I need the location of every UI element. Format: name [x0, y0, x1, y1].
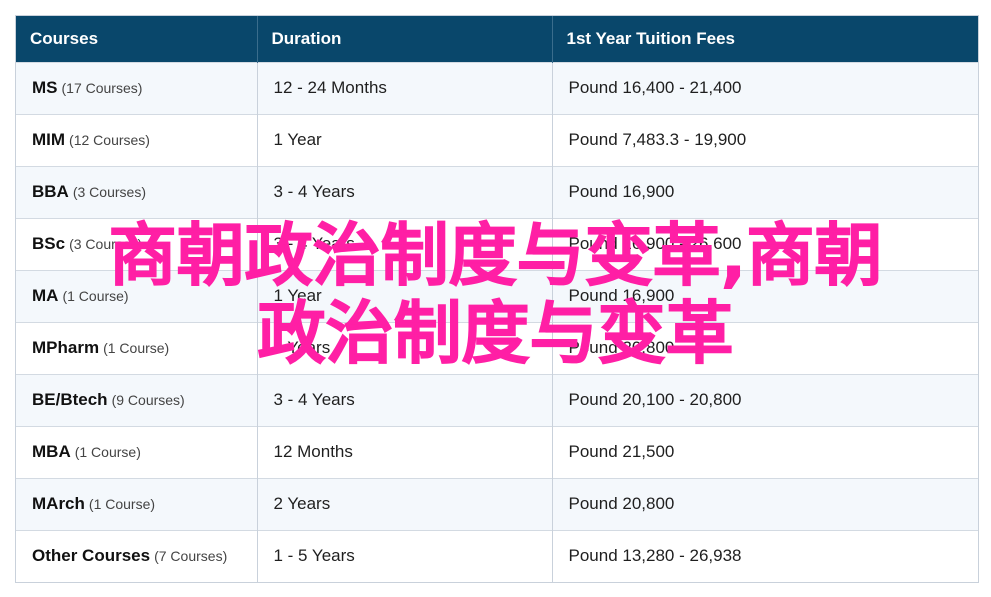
duration-cell: 3 - 4 Years [257, 217, 553, 270]
course-cell: MS (17 Courses) [16, 61, 258, 114]
course-count: (17 Courses) [61, 80, 143, 96]
table-header: Courses Duration 1st Year Tuition Fees [16, 16, 978, 62]
table-row: MBA (1 Course) 12 Months Pound 21,500 [16, 425, 978, 478]
header-tuition-fees: 1st Year Tuition Fees [552, 16, 978, 62]
fees-cell: Pound 13,280 - 26,938 [552, 529, 978, 582]
course-name: BSc [32, 234, 66, 253]
course-count: (7 Courses) [154, 548, 228, 565]
table-row: MIM (12 Courses) 1 Year Pound 7,483.3 - 19,… [16, 113, 978, 166]
table-row: MPharm (1 Course) 4 Years Pound 20,800 [16, 321, 978, 374]
courses-fees-table: Courses Duration 1st Year Tuition Fees M… [16, 16, 978, 582]
table-row: MA (1 Course) 1 Year Pound 16,900 [16, 269, 978, 322]
fees-cell: Pound 7,483.3 - 19,900 [552, 113, 978, 166]
duration-cell: 1 Year [257, 113, 553, 166]
courses-table-container: Courses Duration 1st Year Tuition Fees M… [15, 15, 979, 583]
course-cell: MPharm (1 Course) [16, 321, 258, 374]
course-name: MArch [32, 494, 85, 513]
fees-cell: Pound 16,400 - 21,400 [552, 61, 978, 114]
duration-cell: 4 Years [257, 321, 553, 374]
fees-cell: Pound 21,500 [552, 425, 978, 478]
course-name: Other Courses [32, 546, 151, 566]
course-cell: MIM (12 Courses) [16, 113, 258, 166]
course-count: (9 Courses) [111, 392, 185, 408]
course-cell: MA (1 Course) [16, 269, 258, 322]
table-row: BBA (3 Courses) 3 - 4 Years Pound 16,900 [16, 165, 978, 218]
fees-cell: Pound 16,900 - 26,600 [552, 217, 978, 270]
duration-cell: 3 - 4 Years [257, 373, 553, 426]
course-name: MBA [32, 442, 71, 461]
fees-cell: Pound 20,800 [552, 477, 978, 530]
fees-cell: Pound 16,900 [552, 165, 978, 218]
course-count: (3 Courses) [69, 236, 143, 252]
course-count: (12 Courses) [69, 132, 150, 148]
course-name: MPharm [32, 338, 100, 357]
table-row: BSc (3 Courses) 3 - 4 Years Pound 16,900 - … [16, 217, 978, 270]
course-cell: BBA (3 Courses) [16, 165, 258, 218]
fees-cell: Pound 20,100 - 20,800 [552, 373, 978, 426]
course-cell: MBA (1 Course) [16, 425, 258, 478]
duration-cell: 12 Months [257, 425, 553, 478]
course-count: (1 Course) [74, 444, 141, 460]
duration-cell: 1 - 5 Years [257, 529, 553, 582]
duration-cell: 12 - 24 Months [257, 61, 553, 114]
table-header-row: Courses Duration 1st Year Tuition Fees [16, 16, 978, 62]
duration-cell: 2 Years [257, 477, 553, 530]
course-name: MA [32, 286, 59, 305]
table-row: MArch (1 Course) 2 Years Pound 20,800 [16, 477, 978, 530]
header-duration: Duration [257, 16, 553, 62]
course-count: (3 Courses) [72, 184, 146, 200]
table-body: MS (17 Courses) 12 - 24 Months Pound 16,400… [16, 61, 978, 582]
duration-cell: 3 - 4 Years [257, 165, 553, 218]
course-count: (1 Course) [103, 340, 170, 356]
table-row: MS (17 Courses) 12 - 24 Months Pound 16,400… [16, 61, 978, 114]
fees-cell: Pound 20,800 [552, 321, 978, 374]
course-count: (1 Course) [62, 288, 129, 304]
duration-cell: 1 Year [257, 269, 553, 322]
course-name: MS [32, 78, 58, 97]
table-row: Other Courses (7 Courses) 1 - 5 Years Pound… [16, 529, 978, 582]
course-cell: BE/Btech (9 Courses) [16, 373, 258, 426]
fees-cell: Pound 16,900 [552, 269, 978, 322]
course-name: BE/Btech [32, 390, 108, 409]
course-cell: Other Courses (7 Courses) [16, 529, 258, 582]
course-count: (1 Course) [88, 496, 156, 512]
course-name: BBA [32, 182, 69, 201]
course-cell: MArch (1 Course) [16, 477, 258, 530]
header-courses: Courses [16, 16, 258, 62]
course-name: MIM [32, 130, 66, 149]
course-cell: BSc (3 Courses) [16, 217, 258, 270]
table-row: BE/Btech (9 Courses) 3 - 4 Years Pound 20,1… [16, 373, 978, 426]
